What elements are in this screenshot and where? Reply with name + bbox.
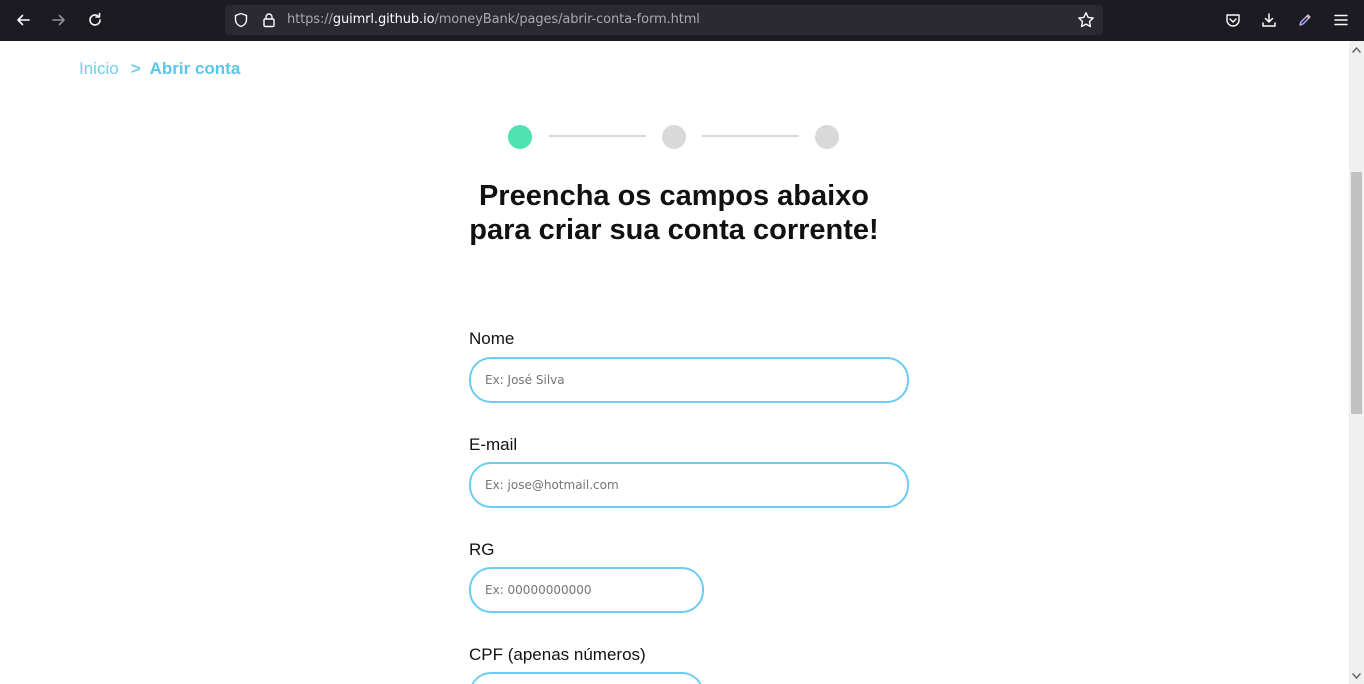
page-content: Inicio > Abrir conta Preencha os campos ab…: [0, 41, 1349, 684]
extension-pen-icon[interactable]: [1293, 8, 1317, 32]
cpf-input[interactable]: [469, 672, 704, 684]
url-text[interactable]: https://guimrl.github.io/moneyBank/pages…: [287, 12, 700, 27]
menu-icon[interactable]: [1329, 8, 1353, 32]
browser-toolbar: https://guimrl.github.io/moneyBank/pages…: [0, 0, 1364, 41]
url-bar[interactable]: https://guimrl.github.io/moneyBank/pages…: [225, 5, 1103, 35]
cpf-label: CPF (apenas números): [469, 645, 646, 664]
page-title: Preencha os campos abaixo para criar sua…: [469, 180, 879, 246]
email-input[interactable]: [469, 462, 909, 508]
bookmark-star-icon[interactable]: [1074, 8, 1098, 32]
reload-icon[interactable]: [83, 8, 107, 32]
shield-icon[interactable]: [229, 8, 253, 32]
scroll-up-arrow-icon[interactable]: [1349, 42, 1364, 57]
forward-icon[interactable]: [47, 8, 71, 32]
step-1-indicator: [508, 125, 532, 149]
back-icon[interactable]: [11, 8, 35, 32]
scrollbar-thumb[interactable]: [1351, 172, 1362, 414]
nome-input[interactable]: [469, 357, 909, 403]
lock-icon[interactable]: [257, 8, 281, 32]
scroll-down-arrow-icon[interactable]: [1349, 668, 1364, 683]
form-stepper: [508, 125, 840, 149]
url-path: /moneyBank/pages/abrir-conta-form.html: [434, 12, 700, 27]
breadcrumb-separator: >: [130, 59, 141, 78]
step-3-indicator: [815, 125, 839, 149]
breadcrumb-current: Abrir conta: [149, 59, 241, 78]
url-host: guimrl.github.io: [332, 12, 435, 27]
breadcrumb-home-link[interactable]: Inicio: [79, 59, 119, 78]
step-2-indicator: [662, 125, 686, 149]
downloads-icon[interactable]: [1257, 8, 1281, 32]
step-connector: [702, 135, 799, 137]
nome-label: Nome: [469, 329, 515, 348]
breadcrumb: Inicio > Abrir conta: [79, 59, 240, 79]
rg-label: RG: [469, 540, 495, 559]
step-connector: [549, 135, 646, 137]
url-prefix: https://: [287, 12, 333, 27]
email-label: E-mail: [469, 435, 518, 454]
rg-input[interactable]: [469, 567, 704, 613]
pocket-icon[interactable]: [1221, 8, 1245, 32]
